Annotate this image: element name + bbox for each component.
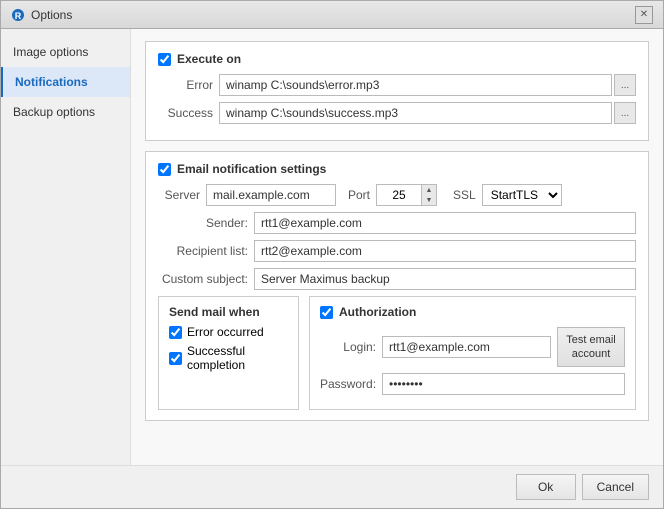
bottom-section: Send mail when Error occurred Successful… — [158, 296, 636, 410]
error-label: Error — [158, 78, 213, 92]
error-row: Error ... — [158, 74, 636, 96]
port-decrement-button[interactable]: ▼ — [422, 195, 436, 205]
email-notification-checkbox[interactable] — [158, 163, 171, 176]
options-dialog: R Options ✕ Image options Notifications … — [0, 0, 664, 509]
recipient-label: Recipient list: — [158, 244, 248, 258]
ssl-select[interactable]: StartTLS None SSL/TLS — [482, 184, 562, 206]
auth-box: Authorization Login: Test email account … — [309, 296, 636, 410]
sender-row: Sender: — [158, 212, 636, 234]
error-browse-button[interactable]: ... — [614, 74, 636, 96]
port-label: Port — [348, 188, 370, 202]
success-completion-checkbox[interactable] — [169, 352, 182, 365]
subject-input[interactable] — [254, 268, 636, 290]
sidebar: Image options Notifications Backup optio… — [1, 29, 131, 465]
error-occurred-checkbox[interactable] — [169, 326, 182, 339]
port-input[interactable] — [376, 184, 421, 206]
execute-on-section: Execute on Error ... Success ... — [145, 41, 649, 141]
auth-header: Authorization — [320, 305, 625, 319]
sender-label: Sender: — [158, 216, 248, 230]
password-label: Password: — [320, 377, 376, 391]
email-section: Email notification settings Server Port … — [145, 151, 649, 421]
port-spinner: ▲ ▼ — [421, 184, 437, 206]
success-browse-button[interactable]: ... — [614, 102, 636, 124]
close-button[interactable]: ✕ — [635, 6, 653, 24]
password-input[interactable] — [382, 373, 625, 395]
server-input[interactable] — [206, 184, 336, 206]
success-input-wrapper: ... — [219, 102, 636, 124]
email-section-header: Email notification settings — [158, 162, 636, 176]
login-input[interactable] — [382, 336, 551, 358]
sidebar-item-notifications[interactable]: Notifications — [1, 67, 130, 97]
send-mail-title: Send mail when — [169, 305, 288, 319]
cancel-button[interactable]: Cancel — [582, 474, 649, 500]
execute-on-title: Execute on — [177, 52, 241, 66]
email-section-title: Email notification settings — [177, 162, 326, 176]
success-row: Success ... — [158, 102, 636, 124]
sender-input[interactable] — [254, 212, 636, 234]
test-email-button[interactable]: Test email account — [557, 327, 625, 367]
login-row: Login: Test email account — [320, 327, 625, 367]
recipient-input[interactable] — [254, 240, 636, 262]
dialog-body: Image options Notifications Backup optio… — [1, 29, 663, 465]
ssl-label: SSL — [453, 188, 476, 202]
success-label: Success — [158, 106, 213, 120]
success-completion-row: Successful completion — [169, 344, 288, 372]
server-row: Server Port ▲ ▼ SSL StartTLS None — [158, 184, 636, 206]
title-bar-left: R Options — [11, 8, 72, 22]
dialog-title: Options — [31, 8, 72, 22]
password-row: Password: — [320, 373, 625, 395]
subject-label: Custom subject: — [158, 272, 248, 286]
sidebar-item-backup-options[interactable]: Backup options — [1, 97, 130, 127]
subject-row: Custom subject: — [158, 268, 636, 290]
sidebar-item-image-options[interactable]: Image options — [1, 37, 130, 67]
test-btn-line1: Test email — [566, 334, 616, 346]
footer: Ok Cancel — [1, 465, 663, 508]
login-label: Login: — [320, 340, 376, 354]
execute-on-checkbox[interactable] — [158, 53, 171, 66]
app-icon: R — [11, 8, 25, 22]
svg-text:R: R — [15, 11, 22, 21]
main-content: Execute on Error ... Success ... — [131, 29, 663, 465]
error-input-wrapper: ... — [219, 74, 636, 96]
recipient-row: Recipient list: — [158, 240, 636, 262]
ok-button[interactable]: Ok — [516, 474, 576, 500]
error-occurred-row: Error occurred — [169, 325, 288, 339]
send-mail-box: Send mail when Error occurred Successful… — [158, 296, 299, 410]
title-bar: R Options ✕ — [1, 1, 663, 29]
port-wrapper: ▲ ▼ — [376, 184, 437, 206]
error-occurred-label: Error occurred — [187, 325, 264, 339]
success-completion-label: Successful completion — [187, 344, 288, 372]
execute-on-header: Execute on — [158, 52, 636, 66]
auth-checkbox[interactable] — [320, 306, 333, 319]
server-label: Server — [158, 188, 200, 202]
test-btn-line2: account — [572, 348, 611, 360]
success-input[interactable] — [219, 102, 612, 124]
error-input[interactable] — [219, 74, 612, 96]
auth-title: Authorization — [339, 305, 416, 319]
port-increment-button[interactable]: ▲ — [422, 185, 436, 195]
